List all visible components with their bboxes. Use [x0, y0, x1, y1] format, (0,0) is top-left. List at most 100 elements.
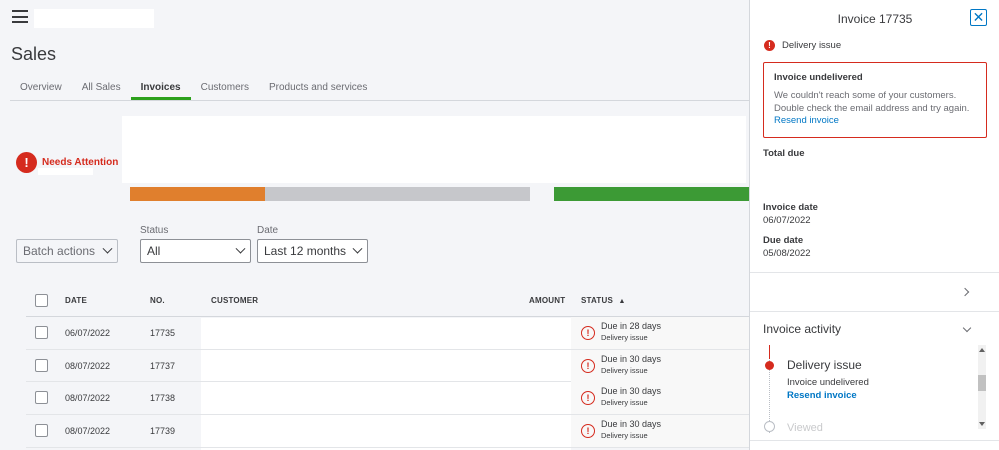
total-due-label: Total due — [763, 148, 805, 159]
column-status[interactable]: STATUS ▲ — [581, 296, 626, 305]
warning-icon: ! — [581, 358, 595, 373]
row-status-sub: Delivery issue — [601, 431, 648, 441]
timeline-dot-error — [765, 361, 774, 370]
row-status-sub: Delivery issue — [601, 398, 648, 408]
activity-scrollbar[interactable] — [978, 345, 986, 429]
tab-customers[interactable]: Customers — [191, 78, 259, 100]
chevron-down-icon — [352, 243, 363, 254]
chevron-right-icon[interactable] — [960, 287, 970, 297]
row-date: 06/07/2022 — [65, 328, 111, 338]
row-status[interactable]: ! Due in 30 days Delivery issue — [571, 349, 760, 382]
event-title: Delivery issue — [787, 358, 862, 372]
status-filter-label: Status — [140, 225, 169, 236]
tab-overview[interactable]: Overview — [10, 78, 72, 100]
due-date-label: Due date — [763, 235, 804, 246]
close-icon[interactable]: ✕ — [970, 9, 987, 26]
timeline-dot — [764, 421, 775, 432]
paid-bar[interactable] — [554, 187, 754, 201]
main-content: Sales Overview All Sales Invoices Custom… — [0, 0, 760, 450]
date-filter-dropdown[interactable]: Last 12 months — [257, 239, 368, 263]
column-customer[interactable]: CUSTOMER — [211, 296, 258, 305]
needs-attention-underline — [38, 168, 93, 175]
error-text: We couldn't reach some of your customers… — [774, 90, 970, 114]
row-date: 08/07/2022 — [65, 426, 111, 437]
delivery-issue-row: ! Delivery issue — [764, 40, 841, 51]
row-number: 17735 — [150, 328, 176, 338]
timeline-line-active — [769, 345, 770, 359]
scroll-down-icon[interactable] — [979, 422, 985, 426]
row-checkbox[interactable] — [35, 358, 48, 372]
not-due-bar[interactable] — [265, 187, 530, 201]
search-box[interactable] — [34, 9, 154, 28]
invoice-table: DATE NO. CUSTOMER AMOUNT STATUS ▲ 06/07/… — [26, 285, 760, 450]
row-checkbox[interactable] — [35, 391, 48, 405]
delivery-issue-label: Delivery issue — [782, 40, 842, 51]
page-title: Sales — [11, 44, 57, 64]
due-date-value: 05/08/2022 — [763, 248, 811, 259]
table-row[interactable]: 06/07/2022 17735 ! Due in 28 days Delive… — [26, 317, 760, 350]
select-all-checkbox[interactable] — [35, 294, 48, 307]
scroll-up-icon[interactable] — [979, 348, 985, 352]
row-number: 17737 — [150, 360, 176, 371]
error-box: Invoice undelivered We couldn't reach so… — [763, 62, 987, 138]
tab-all-sales[interactable]: All Sales — [72, 78, 131, 100]
chevron-down-icon[interactable] — [962, 323, 972, 333]
row-checkbox[interactable] — [35, 424, 48, 438]
date-filter-label: Date — [257, 225, 279, 236]
row-number: 17738 — [150, 393, 176, 404]
status-filter-dropdown[interactable]: All — [140, 239, 251, 263]
column-date[interactable]: DATE — [65, 296, 87, 305]
event-subtitle: Invoice undelivered — [787, 377, 869, 388]
needs-attention-label: Needs Attention — [42, 157, 119, 168]
warning-icon: ! — [581, 391, 595, 406]
chevron-down-icon — [235, 243, 246, 254]
row-status[interactable]: ! Due in 30 days Delivery issue — [571, 382, 760, 415]
warning-icon: ! — [581, 326, 595, 340]
invoice-drawer: Invoice 17735 ✕ ! Delivery issue Invoice… — [749, 0, 999, 450]
row-status-text: Due in 30 days — [601, 353, 662, 364]
overdue-bar[interactable] — [130, 187, 265, 201]
row-status-sub: Delivery issue — [601, 365, 648, 375]
status-filter-value: All — [147, 244, 161, 258]
chevron-down-icon — [102, 243, 113, 254]
row-checkbox[interactable] — [35, 326, 48, 339]
invoice-date-value: 06/07/2022 — [763, 215, 811, 226]
table-header: DATE NO. CUSTOMER AMOUNT STATUS ▲ — [26, 285, 760, 317]
row-status[interactable]: ! Due in 30 days Delivery issue — [571, 415, 760, 448]
date-filter-value: Last 12 months — [264, 244, 347, 258]
divider — [750, 311, 999, 312]
batch-actions-label: Batch actions — [23, 244, 96, 258]
table-row[interactable]: 08/07/2022 17737 ! Due in 30 days Delive… — [26, 349, 760, 383]
row-status-sub: Delivery issue — [601, 333, 648, 342]
row-date: 08/07/2022 — [65, 360, 111, 371]
table-row[interactable]: 08/07/2022 17738 ! Due in 30 days Delive… — [26, 382, 760, 416]
event-resend-link[interactable]: Resend invoice — [787, 390, 857, 401]
table-row[interactable]: 08/07/2022 17739 ! Due in 30 days Delive… — [26, 415, 760, 448]
warning-icon: ! — [581, 424, 595, 439]
activity-title[interactable]: Invoice activity — [763, 322, 841, 336]
tab-products-and-services[interactable]: Products and services — [259, 78, 377, 100]
row-status-text: Due in 28 days — [601, 321, 662, 331]
drawer-title: Invoice 17735 — [837, 12, 913, 26]
tab-invoices[interactable]: Invoices — [130, 78, 191, 100]
alert-icon: ! — [16, 152, 37, 173]
row-status[interactable]: ! Due in 28 days Delivery issue — [571, 317, 760, 349]
row-status-text: Due in 30 days — [601, 419, 662, 430]
error-icon: ! — [764, 40, 775, 51]
column-no[interactable]: NO. — [150, 296, 165, 305]
scroll-thumb[interactable] — [978, 375, 986, 391]
summary-panel — [122, 116, 746, 183]
event2-title: Viewed — [787, 422, 823, 434]
column-status-label: STATUS — [581, 296, 614, 305]
invoice-date-label: Invoice date — [763, 202, 818, 213]
resend-invoice-link[interactable]: Resend invoice — [774, 115, 976, 126]
sort-asc-icon: ▲ — [618, 298, 626, 305]
column-amount[interactable]: AMOUNT — [529, 296, 565, 305]
hamburger-menu-icon[interactable] — [12, 10, 28, 23]
divider — [750, 440, 999, 441]
batch-actions-dropdown[interactable]: Batch actions — [16, 239, 118, 263]
row-date: 08/07/2022 — [65, 393, 111, 404]
tab-bar: Overview All Sales Invoices Customers Pr… — [10, 78, 760, 101]
row-number: 17739 — [150, 426, 176, 437]
divider — [750, 272, 999, 273]
